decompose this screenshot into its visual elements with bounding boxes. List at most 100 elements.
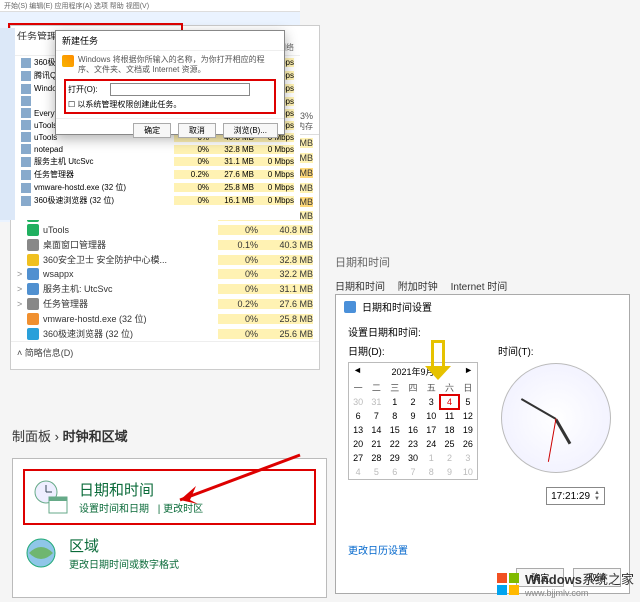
app-icon [21,196,31,206]
tile-title: 区域 [69,535,185,556]
calendar-day[interactable]: 25 [440,437,458,451]
analog-clock [501,363,611,473]
calendar-day[interactable]: 30 [404,451,422,465]
calendar-day[interactable]: 1 [386,395,404,409]
calendar-day[interactable]: 1 [422,451,440,465]
calendar-day[interactable]: 7 [367,409,385,423]
change-calendar-settings-link[interactable]: 更改日历设置 [348,546,408,557]
cancel-button[interactable]: 取消 [178,123,216,138]
titlebar: 日期和时间设置 [336,295,629,318]
process-row[interactable]: vmware-hostd.exe (32 位)0%25.8 MB0 Mbps [15,181,300,194]
calendar-day[interactable]: 11 [440,409,458,423]
prev-month-button[interactable]: ◄ [353,365,362,378]
process-row[interactable]: >wsappx0%32.2 MB [11,267,319,281]
calendar-day[interactable]: 20 [349,437,367,451]
calendar-month[interactable]: 2021年9月 [391,365,434,378]
calendar-day[interactable]: 19 [459,423,477,437]
calendar-day[interactable]: 3 [459,451,477,465]
calendar-day[interactable]: 24 [422,437,440,451]
calendar-day[interactable]: 30 [349,395,367,409]
process-row[interactable]: vmware-hostd.exe (32 位)0%25.8 MB [11,311,319,326]
app-icon [21,183,31,193]
calendar-day[interactable]: 26 [459,437,477,451]
calendar-day[interactable]: 7 [404,465,422,479]
calendar-day[interactable]: 22 [386,437,404,451]
ok-button[interactable]: 确定 [133,123,171,138]
open-input[interactable] [110,83,250,96]
calendar-day[interactable]: 2 [440,451,458,465]
tab-internet-time[interactable]: Internet 时间 [451,282,508,293]
calendar-day[interactable]: 5 [367,465,385,479]
calendar-day[interactable]: 17 [422,423,440,437]
calendar[interactable]: ◄ 2021年9月 ► 一二三四五六日303112345678910111213… [348,362,478,480]
process-row[interactable]: 360极速浏览器 (32 位)0%25.6 MB [11,326,319,341]
windows-logo-icon [497,573,519,595]
calendar-day[interactable]: 14 [367,423,385,437]
link-set-date-time[interactable]: 设置时间和日期 [79,504,149,515]
process-row[interactable]: 服务主机 UtcSvc0%31.1 MB0 Mbps [15,155,300,168]
link-change-format[interactable]: 更改日期时间或数字格式 [69,560,179,571]
minute-hand [521,398,557,420]
time-label: 时间(T): [498,343,534,358]
calendar-day[interactable]: 4 [349,465,367,479]
clock-icon [344,301,356,313]
app-icon [21,71,31,81]
calendar-day[interactable]: 15 [386,423,404,437]
calendar-day[interactable]: 13 [349,423,367,437]
globe-clock-icon [23,535,59,571]
footer-fewer-details[interactable]: ˄ 简略信息(D) [11,341,319,363]
dialog-hint: Windows 将根据你所输入的名称，为你打开相应的程序、文件夹、文档或 Int… [78,55,276,76]
calendar-day[interactable]: 6 [386,465,404,479]
calendar-day[interactable]: 18 [440,423,458,437]
next-month-button[interactable]: ► [464,365,473,378]
calendar-day[interactable]: 8 [422,465,440,479]
process-row[interactable]: notepad0%32.8 MB0 Mbps [15,143,300,155]
calendar-day[interactable]: 21 [367,437,385,451]
time-input[interactable]: 17:21:29 ▲▼ [546,487,605,505]
calendar-day[interactable]: 4 [440,395,458,409]
second-hand [548,418,557,462]
calendar-day[interactable]: 28 [367,451,385,465]
calendar-day[interactable]: 27 [349,451,367,465]
calendar-day[interactable]: 16 [404,423,422,437]
chevron-up-icon: ˄ [17,348,22,358]
browse-button[interactable]: 浏览(B)... [223,123,278,138]
calendar-day[interactable]: 9 [440,465,458,479]
calendar-day[interactable]: 29 [386,451,404,465]
process-row[interactable]: uTools0%40.8 MB [11,223,319,237]
tab-datetime[interactable]: 日期和时间 [335,282,385,293]
calendar-day[interactable]: 8 [386,409,404,423]
app-icon [21,84,31,94]
process-row[interactable]: 360安全卫士 安全防护中心模...0%32.8 MB [11,252,319,267]
process-row[interactable]: 桌面窗口管理器0.1%40.3 MB [11,237,319,252]
process-row[interactable]: 360极速浏览器 (32 位)0%16.1 MB0 Mbps [15,194,300,207]
calendar-day[interactable]: 2 [404,395,422,409]
open-label: 打开(O): [68,84,108,95]
calendar-day[interactable]: 3 [422,395,440,409]
calendar-day[interactable]: 12 [459,409,477,423]
calendar-day[interactable]: 5 [459,395,477,409]
calendar-day[interactable]: 9 [404,409,422,423]
app-icon [27,313,39,325]
tile-region[interactable]: 区域 更改日期时间或数字格式 [23,535,316,571]
app-icon [21,144,31,154]
annotation-arrow-icon [170,450,310,510]
tab-additional-clocks[interactable]: 附加时钟 [398,282,438,293]
calendar-day[interactable]: 31 [367,395,385,409]
calendar-day[interactable]: 6 [349,409,367,423]
app-icon [27,328,39,340]
admin-checkbox[interactable]: ☐ 以系统管理权限创建此任务。 [68,99,272,110]
clock-calendar-icon [33,479,69,515]
datetime-tabs: 日期和时间 附加时钟 Internet 时间 [335,278,517,293]
calendar-day[interactable]: 23 [404,437,422,451]
app-icon [27,254,39,266]
calendar-day[interactable]: 10 [459,465,477,479]
process-row[interactable]: >任务管理器0.2%27.6 MB [11,296,319,311]
datetime-settings-window: 日期和时间设置 设置日期和时间: 日期(D): 时间(T): ◄ 2021年9月… [335,294,630,594]
process-row[interactable]: >服务主机: UtcSvc0%31.1 MB [11,281,319,296]
app-icon [21,120,31,130]
app-icon [21,157,31,167]
process-row[interactable]: 任务管理器0.2%27.6 MB0 Mbps [15,168,300,181]
calendar-day[interactable]: 10 [422,409,440,423]
spinner[interactable]: ▲▼ [594,490,600,502]
